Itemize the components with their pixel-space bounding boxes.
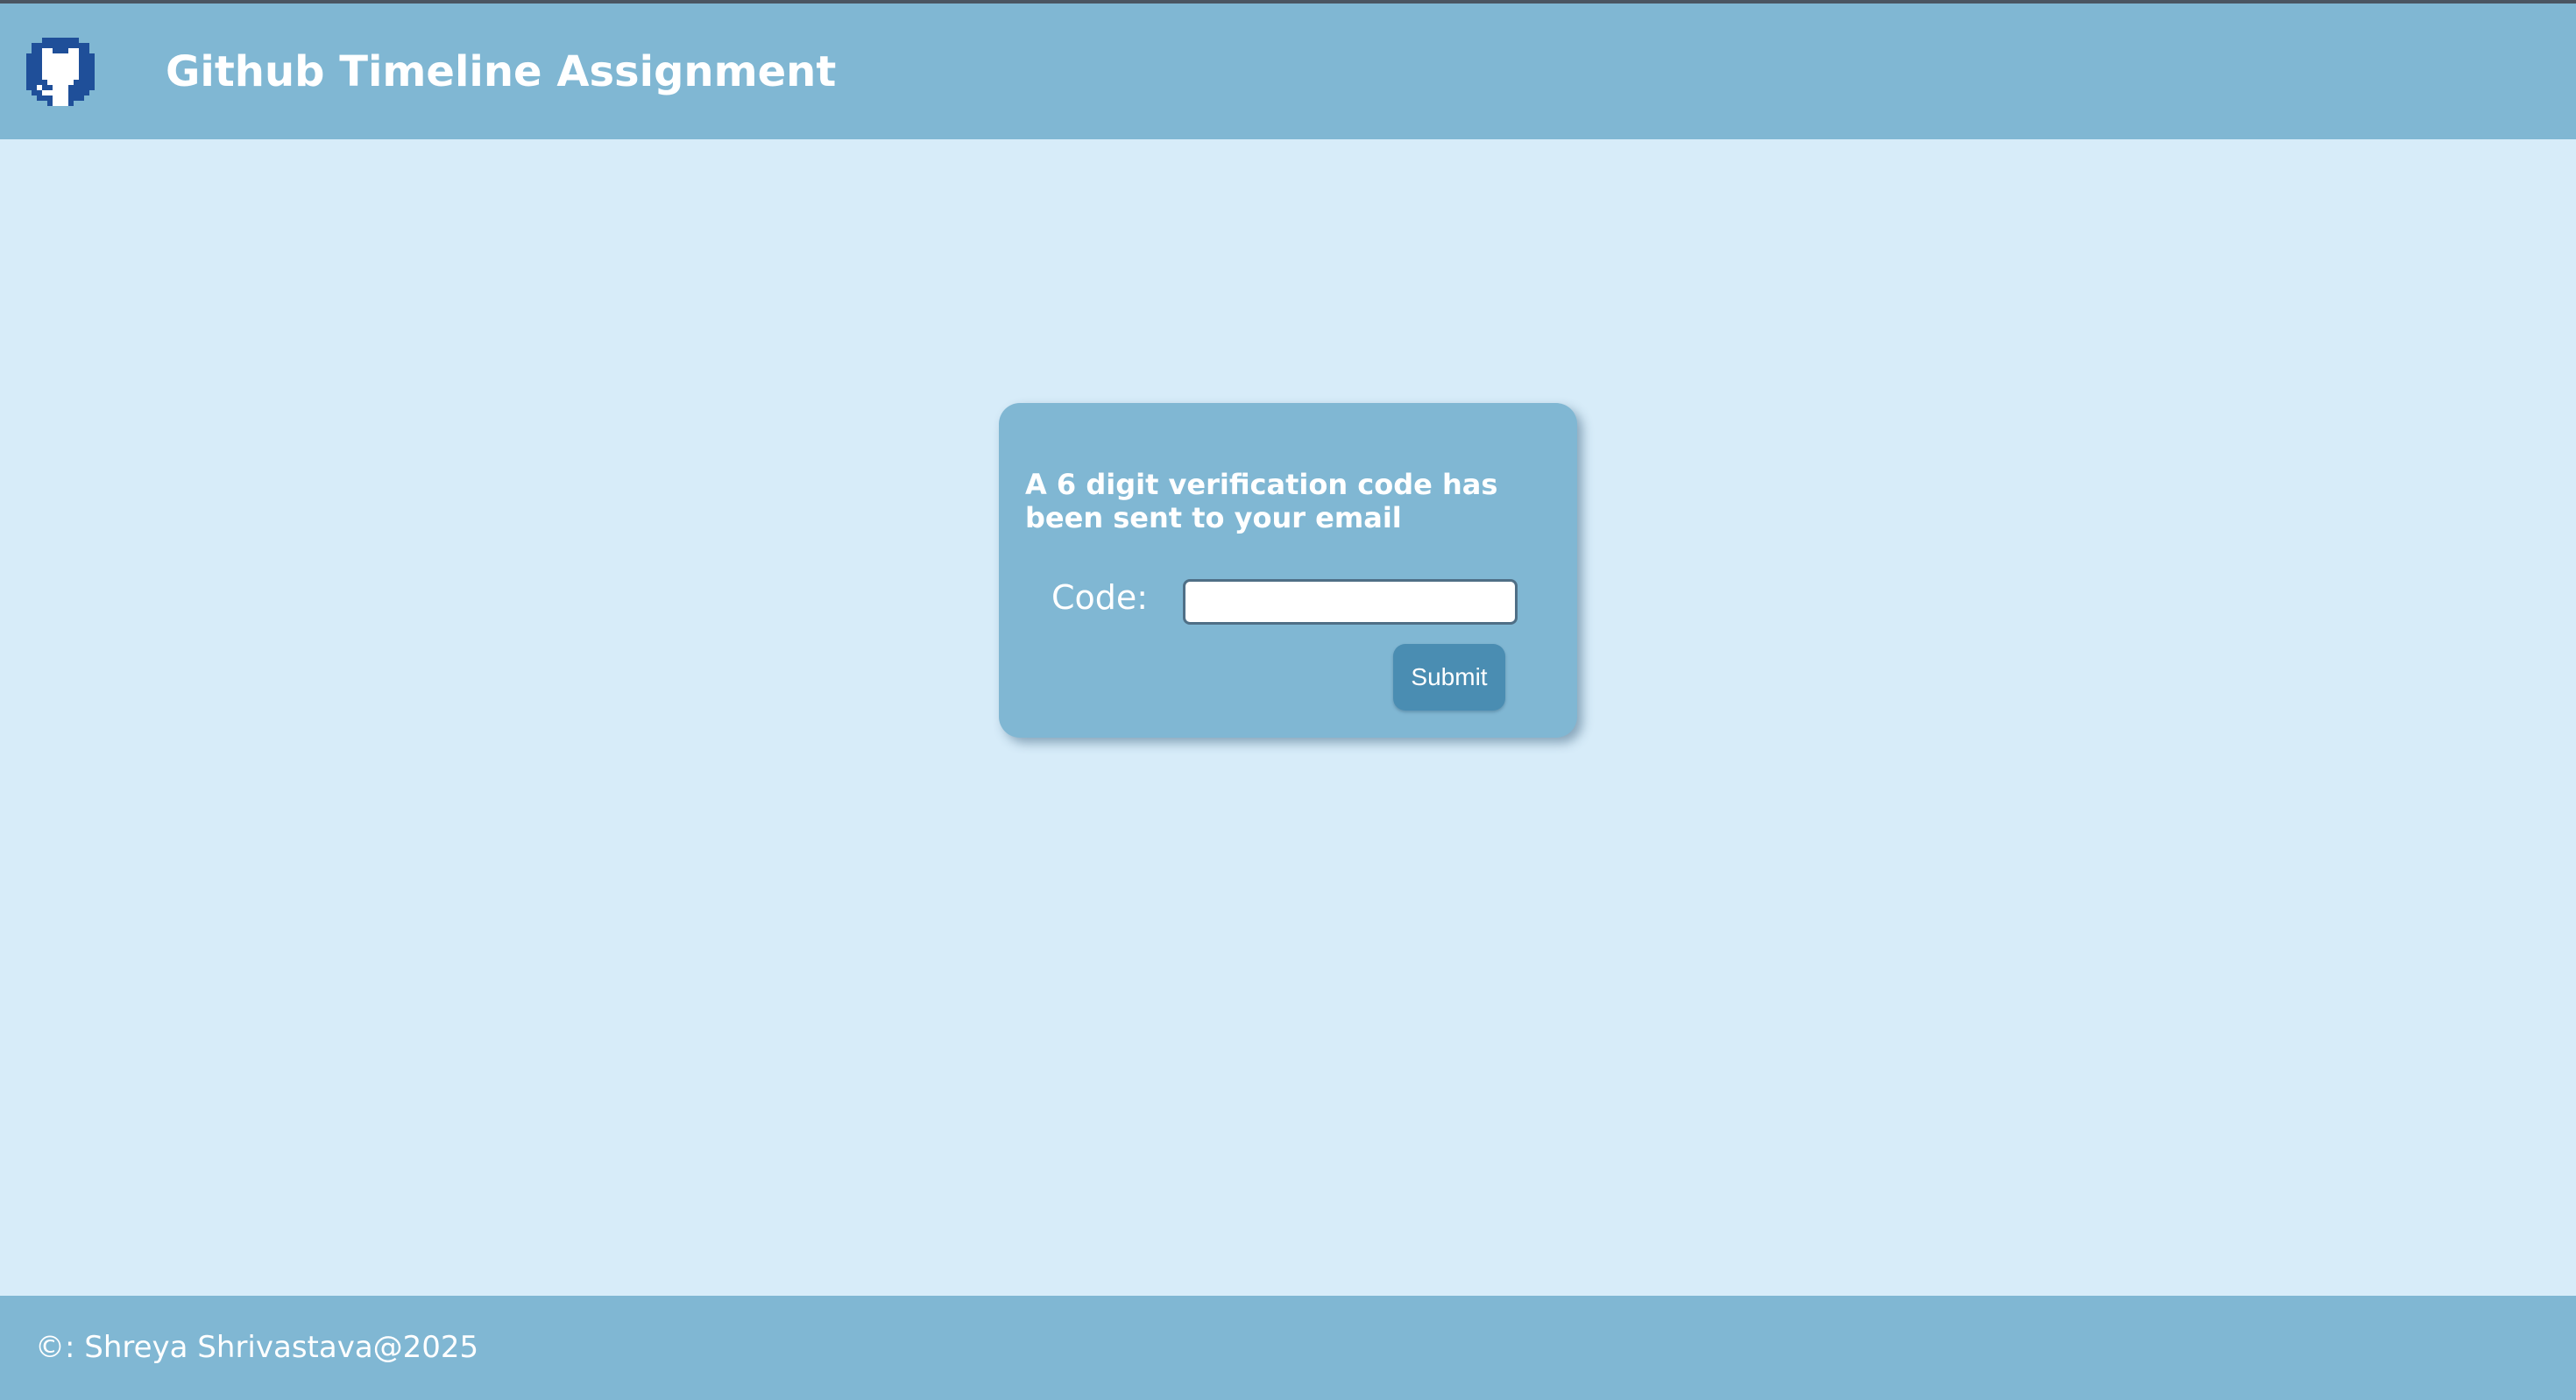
copyright-text: ©: Shreya Shrivastava@2025: [35, 1330, 479, 1365]
verification-message: A 6 digit verification code has been sen…: [1025, 468, 1498, 534]
code-label: Code:: [1051, 578, 1149, 617]
github-logo-icon[interactable]: [26, 38, 95, 106]
verification-card: A 6 digit verification code has been sen…: [999, 403, 1577, 738]
code-input[interactable]: [1183, 579, 1518, 625]
page-title: Github Timeline Assignment: [166, 47, 837, 96]
submit-button[interactable]: Submit: [1393, 644, 1505, 711]
site-header: Github Timeline Assignment: [0, 4, 2576, 139]
site-footer: ©: Shreya Shrivastava@2025: [0, 1296, 2576, 1400]
main-content: A 6 digit verification code has been sen…: [0, 139, 2576, 1296]
